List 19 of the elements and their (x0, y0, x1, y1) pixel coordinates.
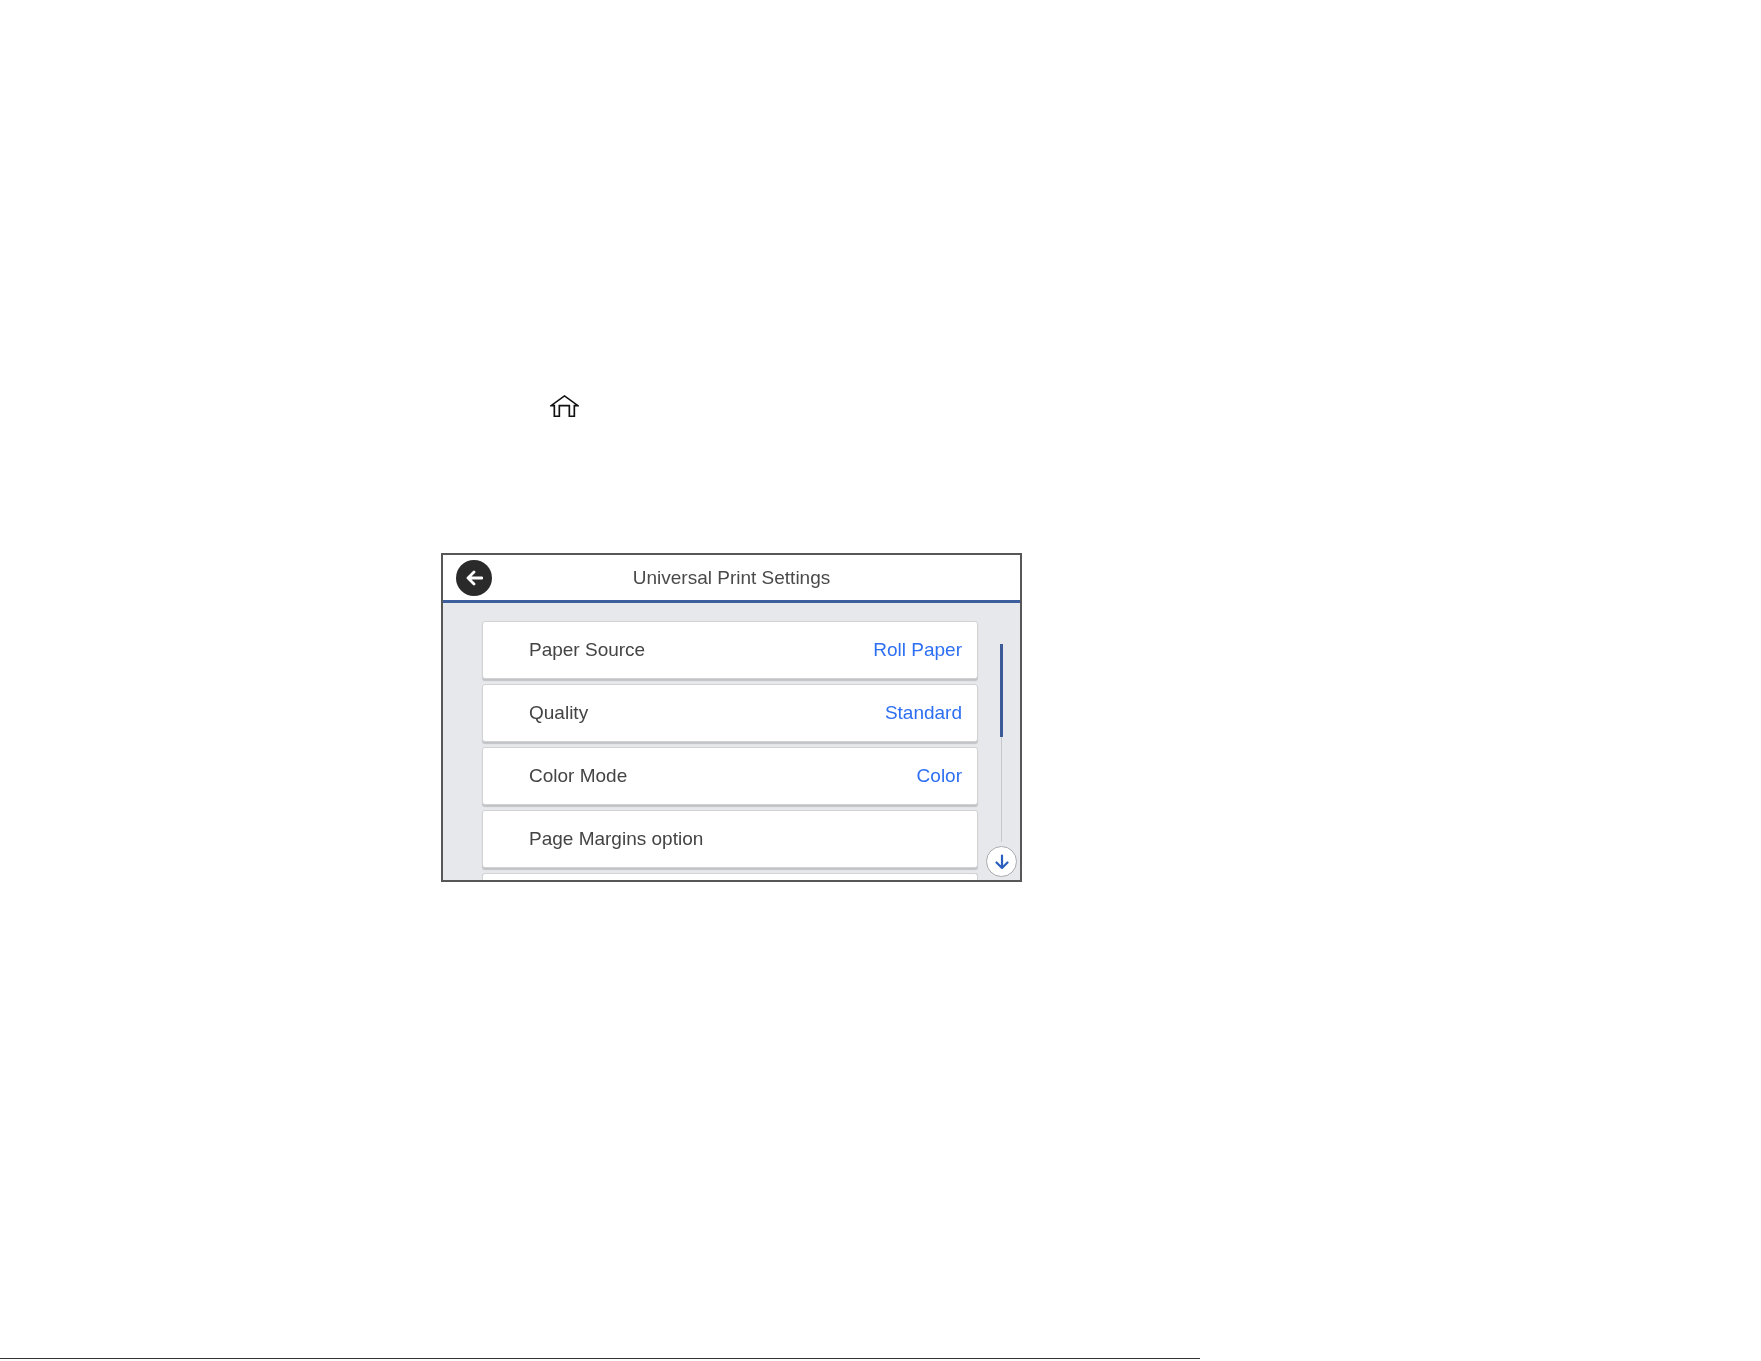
home-icon (550, 395, 579, 417)
setting-label: Color Mode (529, 765, 628, 787)
left-arrow-icon (465, 569, 483, 586)
setting-label: Page Margins option (529, 828, 704, 850)
setting-value: Color (916, 765, 962, 787)
back-button[interactable] (456, 559, 492, 596)
setting-label: Quality (529, 702, 589, 724)
setting-row[interactable]: Page Margins option (482, 810, 978, 868)
scrollbar-thumb[interactable] (1000, 644, 1003, 737)
setting-label: Paper Source (529, 639, 646, 661)
setting-row[interactable]: Paper Source Roll Paper (482, 621, 978, 679)
screen-title: Universal Print Settings (632, 566, 831, 589)
down-arrow-icon (993, 853, 1010, 870)
scroll-down-button[interactable] (986, 846, 1017, 877)
setting-row[interactable]: Color Mode Color (482, 747, 978, 805)
scrollbar-track[interactable] (1000, 644, 1003, 842)
setting-value: Standard (884, 702, 962, 724)
setting-value: Roll Paper (873, 639, 962, 661)
setting-row[interactable]: Quality Standard (482, 684, 978, 742)
